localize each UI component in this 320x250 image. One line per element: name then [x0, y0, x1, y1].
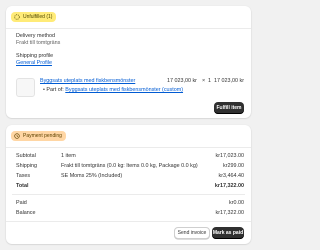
multiply-sign: × — [202, 78, 206, 84]
taxes-amount: kr3,464.40 — [218, 173, 244, 179]
total-amount: kr17,322.00 — [214, 183, 244, 189]
part-of-prefix: Part of: — [46, 87, 64, 93]
unfulfilled-status-icon — [14, 14, 20, 20]
payment-pending-icon — [14, 133, 20, 139]
payment-pending-badge: Payment pending — [11, 131, 66, 141]
divider — [12, 194, 245, 195]
bullet: • — [43, 87, 45, 93]
unfulfilled-badge: Unfulfilled (1) — [11, 12, 57, 22]
subtotal-detail: 1 item — [61, 153, 76, 159]
mark-as-paid-button[interactable]: Mark as paid — [212, 227, 244, 239]
payment-pending-label: Payment pending — [23, 132, 62, 139]
balance-amount: kr17,322.00 — [215, 210, 244, 216]
unfulfilled-badge-label: Unfulfilled (1) — [23, 13, 53, 20]
delivery-method-value: Frakt till tomtgräns — [16, 40, 61, 46]
divider — [6, 221, 251, 222]
fulfill-item-button[interactable]: Fulfill item — [214, 102, 244, 114]
payment-card: Payment pending Subtotal 1 item kr17,023… — [6, 125, 251, 244]
shipping-amount: kr299.00 — [223, 163, 244, 169]
total-label: Total — [16, 183, 29, 189]
line-item-price: 17 023,00 kr — [167, 78, 197, 84]
paid-amount: kr0.00 — [229, 200, 244, 206]
part-of-row: • Part of: Byggsats uteplats med fiskben… — [43, 87, 183, 94]
delivery-method-label: Delivery method — [16, 33, 55, 39]
line-item-total: 17 023,00 kr — [214, 78, 244, 84]
paid-label: Paid — [16, 200, 27, 206]
shipping-detail: Frakt till tomtgräns (0.0 kg: Items 0.0 … — [61, 163, 198, 169]
part-of-link[interactable]: Byggsats uteplats med fiskbensmönster (c… — [65, 87, 183, 93]
product-thumbnail — [16, 78, 35, 97]
subtotal-label: Subtotal — [16, 153, 36, 159]
divider — [6, 28, 251, 29]
balance-label: Balance — [16, 210, 36, 216]
shipping-label: Shipping — [16, 163, 37, 169]
taxes-label: Taxes — [16, 173, 31, 179]
taxes-detail: SE Moms 25% (Included) — [61, 173, 123, 179]
line-item-quantity: 1 — [208, 78, 211, 84]
shipping-profile-link[interactable]: General Profile — [16, 60, 52, 67]
subtotal-amount: kr17,023.00 — [215, 153, 244, 159]
line-item-title-link[interactable]: Byggsats uteplats med fiskbensmönster — [40, 78, 135, 85]
send-invoice-button[interactable]: Send invoice — [174, 227, 210, 239]
shipping-profile-label: Shipping profile — [16, 53, 54, 59]
fulfillment-card: Unfulfilled (1) Delivery method Frakt ti… — [6, 6, 251, 118]
divider — [6, 147, 251, 148]
